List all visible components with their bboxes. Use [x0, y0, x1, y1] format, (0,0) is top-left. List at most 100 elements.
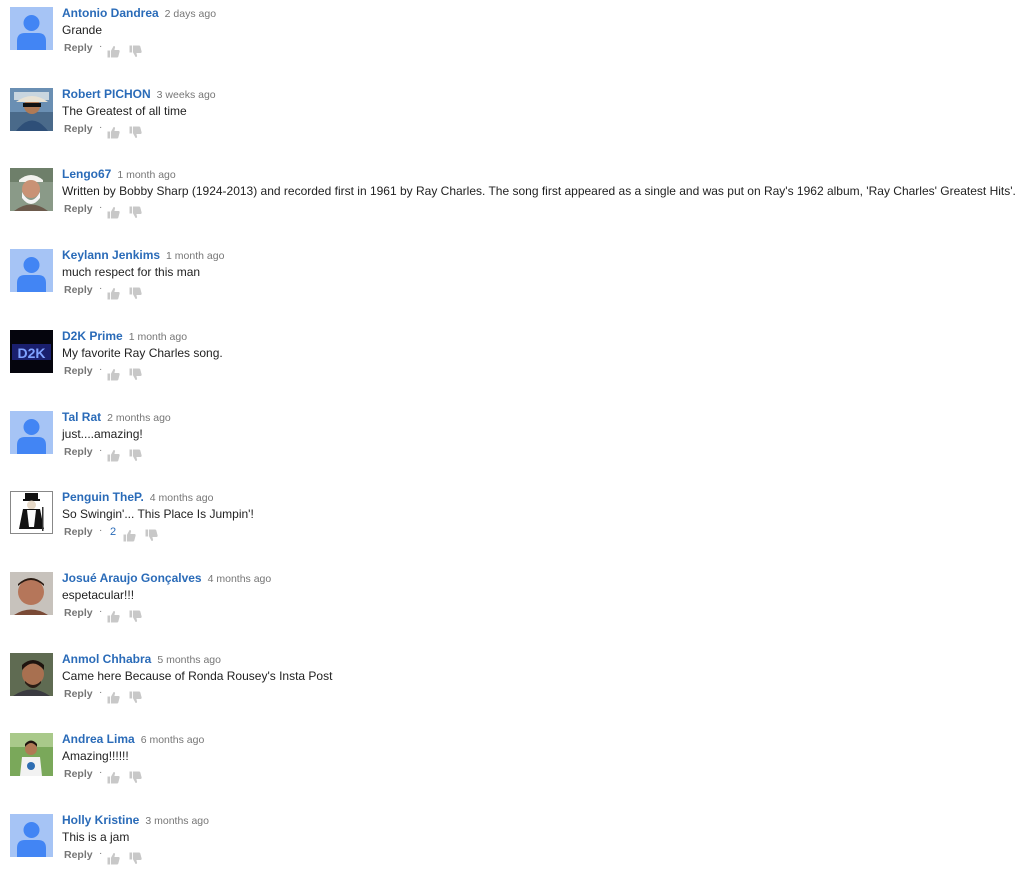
thumbs-down-icon[interactable]	[129, 852, 142, 865]
thumbs-up-icon[interactable]	[107, 45, 120, 58]
comment-timestamp[interactable]: 3 weeks ago	[157, 89, 216, 101]
reply-button[interactable]: Reply	[64, 121, 93, 137]
thumbs-up-icon[interactable]	[107, 691, 120, 704]
thumbs-down-icon[interactable]	[145, 529, 158, 542]
reply-button[interactable]: Reply	[64, 686, 93, 702]
separator-dot: ·	[99, 202, 103, 213]
thumbs-down-icon[interactable]	[129, 449, 142, 462]
comment-item: Antonio Dandrea 2 days ago Grande Reply ·	[10, 5, 1010, 77]
comment-header: Lengo67 1 month ago	[62, 166, 1010, 182]
author-link[interactable]: Josué Araujo Gonçalves	[62, 571, 202, 585]
author-link[interactable]: Anmol Chhabra	[62, 652, 151, 666]
comment-text: much respect for this man	[62, 265, 201, 279]
comment-header: Keylann Jenkims 1 month ago	[62, 247, 1010, 263]
comment-item: Anmol Chhabra 5 months ago Came here Becau…	[10, 651, 1010, 723]
separator-dot: ·	[99, 848, 103, 859]
reply-button[interactable]: Reply	[64, 363, 93, 379]
comment-header: Robert PICHON 3 weeks ago	[62, 86, 1010, 102]
comment-item: Robert PICHON 3 weeks ago The Greatest of …	[10, 86, 1010, 158]
author-link[interactable]: D2K Prime	[62, 329, 123, 343]
comment-timestamp[interactable]: 1 month ago	[117, 169, 175, 181]
thumbs-up-icon[interactable]	[123, 529, 136, 542]
comment-text: The Greatest of all time	[62, 104, 187, 118]
reply-button[interactable]: Reply	[64, 847, 93, 863]
thumbs-up-icon[interactable]	[107, 206, 120, 219]
reply-button[interactable]: Reply	[64, 201, 93, 217]
comment-item: Josué Araujo Gonçalves 4 months ago espeta…	[10, 570, 1010, 642]
user-photo-avatar[interactable]	[10, 168, 53, 211]
comment-header: Josué Araujo Gonçalves 4 months ago	[62, 570, 1010, 586]
author-link[interactable]: Antonio Dandrea	[62, 6, 159, 20]
comment-timestamp[interactable]: 4 months ago	[150, 492, 214, 504]
thumbs-up-icon[interactable]	[107, 610, 120, 623]
default-avatar-icon[interactable]	[10, 814, 53, 857]
author-link[interactable]: Lengo67	[62, 167, 111, 181]
comment-actions: Reply ·	[62, 686, 1010, 708]
comment-timestamp[interactable]: 2 days ago	[165, 8, 216, 20]
comment-list: Antonio Dandrea 2 days ago Grande Reply · Rob…	[0, 0, 1017, 883]
author-link[interactable]: Keylann Jenkims	[62, 248, 160, 262]
thumbs-down-icon[interactable]	[129, 126, 142, 139]
comment-body: Josué Araujo Gonçalves 4 months ago espeta…	[62, 570, 1010, 627]
like-count: 2	[110, 526, 117, 538]
comment-timestamp[interactable]: 6 months ago	[141, 734, 205, 746]
comment-item: D2K D2K Prime 1 month ago My favorite Ray C…	[10, 328, 1010, 400]
reply-button[interactable]: Reply	[64, 524, 93, 540]
author-link[interactable]: Holly Kristine	[62, 813, 139, 827]
default-avatar-icon[interactable]	[10, 249, 53, 292]
comment-timestamp[interactable]: 5 months ago	[157, 654, 221, 666]
comment-header: Anmol Chhabra 5 months ago	[62, 651, 1010, 667]
thumbs-down-icon[interactable]	[129, 691, 142, 704]
user-photo-avatar[interactable]	[10, 491, 53, 534]
thumbs-up-icon[interactable]	[107, 126, 120, 139]
reply-button[interactable]: Reply	[64, 40, 93, 56]
reply-button[interactable]: Reply	[64, 282, 93, 298]
thumbs-up-icon[interactable]	[107, 771, 120, 784]
comment-actions: Reply ·	[62, 847, 1010, 869]
comment-timestamp[interactable]: 4 months ago	[208, 573, 272, 585]
comment-item: Keylann Jenkims 1 month ago much respect f…	[10, 247, 1010, 319]
thumbs-down-icon[interactable]	[129, 45, 142, 58]
thumbs-down-icon[interactable]	[129, 610, 142, 623]
user-photo-avatar[interactable]	[10, 572, 53, 615]
comment-timestamp[interactable]: 1 month ago	[129, 331, 187, 343]
comment-timestamp[interactable]: 1 month ago	[166, 250, 224, 262]
comment-text: espetacular!!!	[62, 588, 135, 602]
comment-item: Andrea Lima 6 months ago Amazing!!!!!! Repl…	[10, 731, 1010, 803]
thumbs-up-icon[interactable]	[107, 449, 120, 462]
thumbs-up-icon[interactable]	[107, 852, 120, 865]
separator-dot: ·	[99, 767, 103, 778]
user-photo-avatar[interactable]	[10, 88, 53, 131]
author-link[interactable]: Penguin TheP.	[62, 490, 144, 504]
thumbs-down-icon[interactable]	[129, 368, 142, 381]
separator-dot: ·	[99, 283, 103, 294]
comment-actions: Reply ·	[62, 282, 1010, 304]
separator-dot: ·	[99, 687, 103, 698]
reply-button[interactable]: Reply	[64, 766, 93, 782]
thumbs-down-icon[interactable]	[129, 287, 142, 300]
author-link[interactable]: Andrea Lima	[62, 732, 135, 746]
comment-actions: Reply · 2	[62, 524, 1010, 546]
comment-actions: Reply ·	[62, 766, 1010, 788]
comment-timestamp[interactable]: 2 months ago	[107, 412, 171, 424]
comment-text: So Swingin'... This Place Is Jumpin'!	[62, 507, 254, 521]
reply-button[interactable]: Reply	[64, 444, 93, 460]
comment-body: Keylann Jenkims 1 month ago much respect f…	[62, 247, 1010, 304]
user-photo-avatar[interactable]: D2K	[10, 330, 53, 373]
default-avatar-icon[interactable]	[10, 411, 53, 454]
user-photo-avatar[interactable]	[10, 733, 53, 776]
comment-text: Amazing!!!!!!	[62, 749, 129, 763]
comment-header: Andrea Lima 6 months ago	[62, 731, 1010, 747]
reply-button[interactable]: Reply	[64, 605, 93, 621]
author-link[interactable]: Tal Rat	[62, 410, 101, 424]
svg-text:D2K: D2K	[17, 345, 45, 361]
thumbs-down-icon[interactable]	[129, 206, 142, 219]
thumbs-down-icon[interactable]	[129, 771, 142, 784]
user-photo-avatar[interactable]	[10, 653, 53, 696]
thumbs-up-icon[interactable]	[107, 287, 120, 300]
author-link[interactable]: Robert PICHON	[62, 87, 151, 101]
comment-header: Holly Kristine 3 months ago	[62, 812, 1010, 828]
comment-timestamp[interactable]: 3 months ago	[145, 815, 209, 827]
default-avatar-icon[interactable]	[10, 7, 53, 50]
thumbs-up-icon[interactable]	[107, 368, 120, 381]
